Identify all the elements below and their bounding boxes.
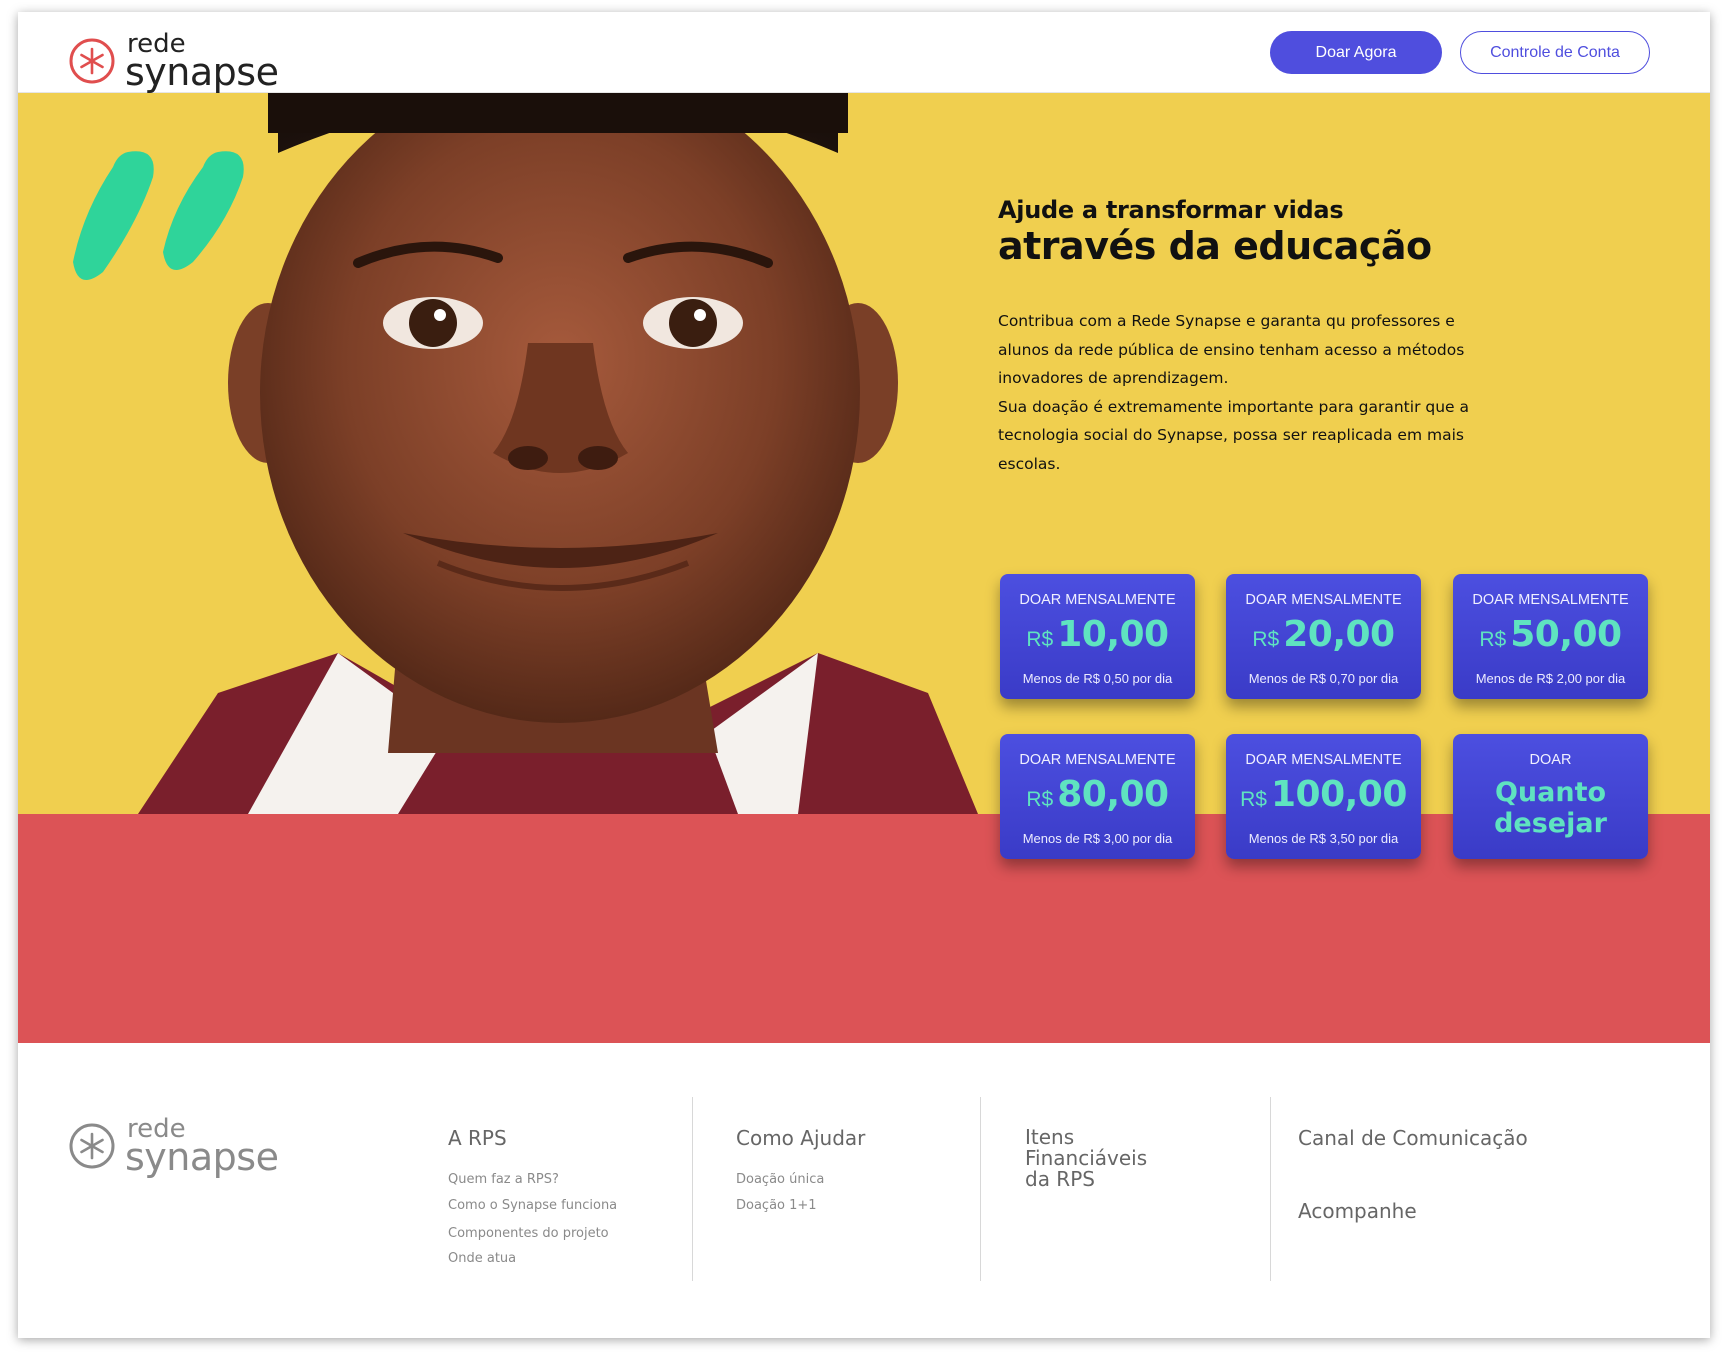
card-note: Menos de R$ 3,00 por dia — [1022, 831, 1173, 846]
card-custom-amount: Quanto desejar — [1463, 777, 1638, 839]
footer-heading[interactable]: Itens Financiáveis da RPS — [1025, 1127, 1265, 1190]
logo-text-synapse: synapse — [125, 1135, 279, 1179]
account-control-button[interactable]: Controle de Conta — [1460, 31, 1650, 74]
card-value: 20,00 — [1283, 614, 1395, 655]
footer-logo[interactable]: rede synapse — [68, 1107, 288, 1177]
asterisk-circle-icon — [69, 1123, 115, 1169]
card-label: DOAR MENSALMENTE — [1472, 592, 1629, 608]
hero-description: Contribua com a Rede Synapse e garanta q… — [998, 307, 1478, 478]
card-note: Menos de R$ 0,70 por dia — [1248, 671, 1399, 686]
donate-card-10[interactable]: DOAR MENSALMENTE R$ 10,00 Menos de R$ 0,… — [1000, 574, 1195, 699]
donate-card-80[interactable]: DOAR MENSALMENTE R$ 80,00 Menos de R$ 3,… — [1000, 734, 1195, 859]
card-amount: R$ 100,00 — [1226, 774, 1421, 815]
footer-heading[interactable]: Acompanhe — [1298, 1200, 1417, 1222]
hero-paragraph-1: Contribua com a Rede Synapse e garanta q… — [998, 312, 1465, 387]
donate-card-custom[interactable]: DOAR Quanto desejar — [1453, 734, 1648, 859]
footer-heading[interactable]: Canal de Comunicação — [1298, 1127, 1658, 1149]
quote-marks-icon — [73, 151, 244, 280]
card-amount: R$ 10,00 — [1000, 614, 1195, 655]
card-value: 80,00 — [1057, 774, 1169, 815]
footer-divider — [1270, 1097, 1271, 1281]
donate-card-50[interactable]: DOAR MENSALMENTE R$ 50,00 Menos de R$ 2,… — [1453, 574, 1648, 699]
footer-column-help: Como Ajudar Doação única Doação 1+1 — [736, 1097, 976, 1281]
footer-heading[interactable]: Como Ajudar — [736, 1127, 976, 1149]
asterisk-circle-icon — [69, 38, 115, 84]
footer-divider — [980, 1097, 981, 1281]
donate-card-20[interactable]: DOAR MENSALMENTE R$ 20,00 Menos de R$ 0,… — [1226, 574, 1421, 699]
card-note: Menos de R$ 0,50 por dia — [1022, 671, 1173, 686]
footer-column-rps: A RPS Quem faz a RPS? Como o Synapse fun… — [448, 1097, 688, 1281]
card-custom-line1: Quanto — [1494, 777, 1607, 808]
footer-heading-line: Itens — [1025, 1125, 1075, 1149]
footer-link[interactable]: Quem faz a RPS? — [448, 1172, 559, 1187]
card-amount: R$ 80,00 — [1000, 774, 1195, 815]
card-label: DOAR — [1529, 752, 1572, 768]
card-note: Menos de R$ 3,50 por dia — [1248, 831, 1399, 846]
hero-subtitle: Ajude a transformar vidas — [998, 196, 1344, 224]
footer-heading-line: da RPS — [1025, 1167, 1095, 1191]
footer-divider — [692, 1097, 693, 1281]
card-currency: R$ — [1252, 628, 1280, 651]
site-header: rede synapse Doar Agora Controle de Cont… — [18, 12, 1710, 93]
card-currency: R$ — [1240, 788, 1267, 811]
card-amount: R$ 50,00 — [1453, 614, 1648, 655]
card-note: Menos de R$ 2,00 por dia — [1475, 671, 1626, 686]
footer-heading[interactable]: A RPS — [448, 1127, 688, 1149]
card-value: 10,00 — [1057, 614, 1169, 655]
card-label: DOAR MENSALMENTE — [1019, 752, 1176, 768]
card-currency: R$ — [1479, 628, 1507, 651]
card-custom-line2: desejar — [1494, 808, 1607, 839]
footer-heading-line: Financiáveis — [1025, 1146, 1148, 1170]
card-value: 50,00 — [1510, 614, 1622, 655]
footer-link[interactable]: Doação única — [736, 1172, 824, 1187]
footer-column-items: Itens Financiáveis da RPS — [1025, 1097, 1265, 1281]
card-currency: R$ — [1026, 628, 1054, 651]
card-currency: R$ — [1026, 788, 1054, 811]
footer-link[interactable]: Doação 1+1 — [736, 1198, 817, 1213]
card-amount: R$ 20,00 — [1226, 614, 1421, 655]
hero-title: através da educação — [998, 224, 1432, 268]
footer-link[interactable]: Componentes do projeto — [448, 1226, 609, 1241]
page: rede synapse Doar Agora Controle de Cont… — [18, 12, 1710, 1338]
card-value: 100,00 — [1270, 774, 1407, 815]
donate-now-button[interactable]: Doar Agora — [1270, 31, 1442, 74]
donate-card-100[interactable]: DOAR MENSALMENTE R$ 100,00 Menos de R$ 3… — [1226, 734, 1421, 859]
footer-link[interactable]: Onde atua — [448, 1251, 516, 1266]
card-label: DOAR MENSALMENTE — [1245, 752, 1402, 768]
logo-text-synapse: synapse — [125, 50, 279, 94]
footer-link[interactable]: Como o Synapse funciona — [448, 1198, 617, 1213]
footer-column-communication: Canal de Comunicação Acompanhe — [1298, 1097, 1658, 1281]
card-label: DOAR MENSALMENTE — [1019, 592, 1176, 608]
hero-paragraph-2: Sua doação é extremamente importante par… — [998, 397, 1469, 473]
brand-logo[interactable]: rede synapse — [68, 22, 288, 92]
card-label: DOAR MENSALMENTE — [1245, 592, 1402, 608]
